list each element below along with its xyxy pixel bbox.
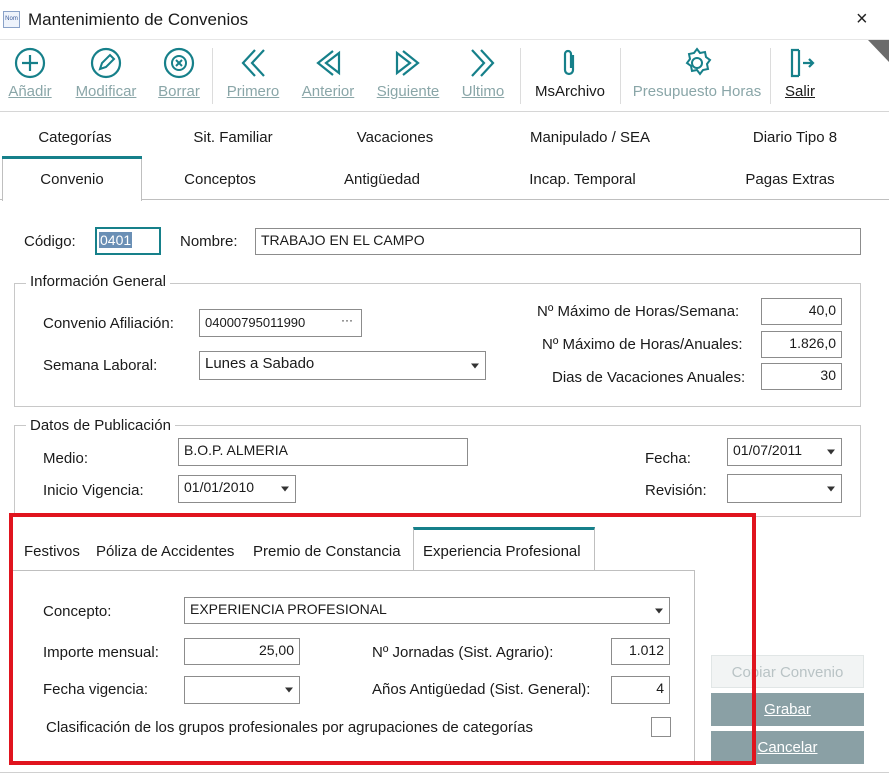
convenio-afiliacion-label: Convenio Afiliación: xyxy=(43,315,174,332)
inicio-vigencia-label: Inicio Vigencia: xyxy=(43,482,144,499)
medio-label: Medio: xyxy=(43,450,89,467)
convenio-afiliacion-value: 04000795011990 xyxy=(205,315,306,330)
semana-laboral-label: Semana Laboral: xyxy=(43,357,158,374)
fecha-label: Fecha: xyxy=(645,450,691,467)
budget-hours-label: Presupuesto Horas xyxy=(632,83,762,100)
max-horas-anuales-input[interactable]: 1.826,0 xyxy=(761,331,842,358)
delete-label: Borrar xyxy=(158,83,200,100)
codigo-input[interactable]: 0401 xyxy=(95,227,161,255)
last-label: Ultimo xyxy=(461,83,505,100)
fecha-value: 01/07/2011 xyxy=(733,442,803,458)
tab-manipulado-sea[interactable]: Manipulado / SEA xyxy=(500,129,680,146)
publicacion-title: Datos de Publicación xyxy=(26,417,175,434)
budget-hours-button[interactable]: Presupuesto Horas xyxy=(630,46,764,108)
toolbar-separator xyxy=(212,48,213,104)
chevron-down-icon xyxy=(827,449,835,455)
tab-diario-tipo-8[interactable]: Diario Tipo 8 xyxy=(720,129,870,146)
double-chevron-left-icon xyxy=(241,49,265,77)
prev-label: Anterior xyxy=(301,83,355,100)
tab-incap-temporal[interactable]: Incap. Temporal xyxy=(500,171,665,188)
chevron-down-icon xyxy=(471,363,479,368)
tab-sit-familiar[interactable]: Sit. Familiar xyxy=(158,129,308,146)
delete-button[interactable]: Borrar xyxy=(154,46,204,108)
ellipsis-button[interactable]: ··· xyxy=(341,313,353,327)
max-horas-semana-input[interactable]: 40,0 xyxy=(761,298,842,325)
x-circle-icon xyxy=(163,47,195,79)
tab-vacaciones[interactable]: Vacaciones xyxy=(320,129,470,146)
toolbar-separator xyxy=(620,48,621,104)
medio-input[interactable]: B.O.P. ALMERIA xyxy=(178,438,468,466)
first-label: Primero xyxy=(226,83,280,100)
revision-label: Revisión: xyxy=(645,482,707,499)
title-bar: Nom Mantenimiento de Convenios × xyxy=(0,0,889,40)
gear-icon xyxy=(685,47,712,76)
save-label: Grabar xyxy=(764,701,811,718)
codigo-label: Código: xyxy=(24,233,76,250)
edit-label: Modificar xyxy=(75,83,137,100)
edit-button[interactable]: Modificar xyxy=(70,46,142,108)
triangle-left-icon xyxy=(316,50,341,76)
info-general-title: Información General xyxy=(26,273,170,290)
msarchivo-button[interactable]: MsArchivo xyxy=(528,46,612,108)
tab-active-indicator xyxy=(2,156,142,159)
max-horas-anuales-label: Nº Máximo de Horas/Anuales: xyxy=(542,336,743,353)
highlight-frame xyxy=(9,513,756,765)
add-label: Añadir xyxy=(8,83,52,100)
tab-conceptos[interactable]: Conceptos xyxy=(150,171,290,188)
msarchivo-label: MsArchivo xyxy=(534,83,605,100)
tab-categorias[interactable]: Categorías xyxy=(0,129,150,146)
semana-laboral-select[interactable]: Lunes a Sabado xyxy=(199,351,486,380)
exit-button[interactable]: Salir xyxy=(778,46,822,108)
dias-vacaciones-input[interactable]: 30 xyxy=(761,363,842,390)
toolbar-separator xyxy=(770,48,771,104)
first-button[interactable]: Primero xyxy=(222,46,284,108)
inicio-vigencia-value: 01/01/2010 xyxy=(184,479,255,495)
double-chevron-right-icon xyxy=(471,49,495,77)
cancel-label: Cancelar xyxy=(757,739,818,756)
toolbar: Añadir Modificar Borrar Primero Anterior… xyxy=(0,40,889,112)
tab-pagas-extras[interactable]: Pagas Extras xyxy=(720,171,860,188)
max-horas-semana-label: Nº Máximo de Horas/Semana: xyxy=(537,303,740,320)
last-button[interactable]: Ultimo xyxy=(454,46,512,108)
paperclip-icon xyxy=(563,49,575,76)
app-icon: Nom xyxy=(3,11,20,28)
triangle-right-icon xyxy=(395,50,420,76)
chevron-down-icon xyxy=(281,486,289,492)
add-button[interactable]: Añadir xyxy=(2,46,58,108)
nombre-input[interactable]: TRABAJO EN EL CAMPO xyxy=(255,228,861,255)
fecha-select[interactable]: 01/07/2011 xyxy=(727,438,842,466)
close-icon[interactable]: × xyxy=(856,8,868,31)
codigo-value: 0401 xyxy=(99,232,133,248)
window-title: Mantenimiento de Convenios xyxy=(28,10,249,29)
tab-convenio[interactable]: Convenio xyxy=(2,171,142,188)
next-button[interactable]: Siguiente xyxy=(372,46,444,108)
nombre-label: Nombre: xyxy=(180,233,238,250)
exit-label: Salir xyxy=(784,83,815,100)
bottom-divider xyxy=(0,772,889,773)
plus-circle-icon xyxy=(14,47,46,79)
tab-row-1: Categorías Sit. Familiar Vacaciones Mani… xyxy=(0,118,889,158)
prev-button[interactable]: Anterior xyxy=(296,46,360,108)
dias-vacaciones-label: Dias de Vacaciones Anuales: xyxy=(552,369,746,386)
inicio-vigencia-select[interactable]: 01/01/2010 xyxy=(178,475,296,503)
revision-select[interactable] xyxy=(727,474,842,503)
convenio-afiliacion-input[interactable]: 04000795011990 ··· xyxy=(199,309,362,337)
chevron-down-icon xyxy=(827,486,835,491)
next-label: Siguiente xyxy=(376,83,440,100)
exit-door-icon xyxy=(790,48,815,78)
tab-antiguedad[interactable]: Antigüedad xyxy=(312,171,452,188)
toolbar-separator xyxy=(520,48,521,104)
semana-laboral-value: Lunes a Sabado xyxy=(205,355,315,372)
pencil-circle-icon xyxy=(90,47,122,79)
